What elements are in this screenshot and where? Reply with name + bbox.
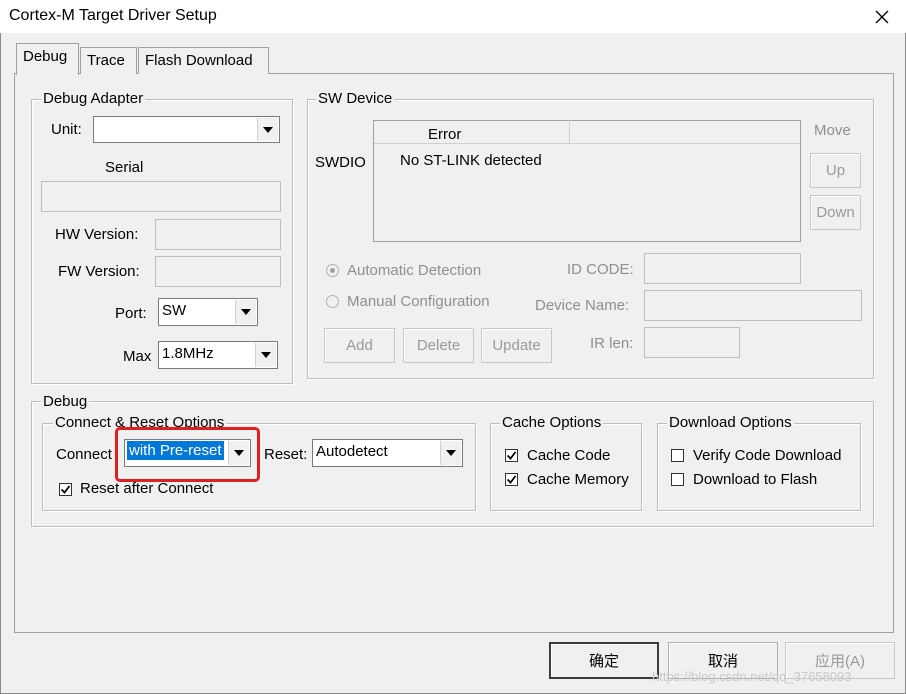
- serial-field: [41, 181, 281, 212]
- debug-adapter-legend: Debug Adapter: [41, 90, 146, 107]
- verify-code-download-label: Verify Code Download: [693, 447, 842, 464]
- port-label: Port:: [115, 305, 147, 322]
- chevron-down-icon: [235, 300, 256, 324]
- download-options-legend: Download Options: [667, 414, 794, 431]
- cache-options-legend: Cache Options: [500, 414, 604, 431]
- cache-code-label: Cache Code: [527, 447, 611, 464]
- device-name-field: [644, 290, 862, 321]
- max-clock-value: 1.8MHz: [162, 345, 214, 362]
- tab-flash-download[interactable]: Flash Download: [138, 47, 269, 74]
- reset-after-connect-checkbox[interactable]: [59, 483, 72, 496]
- watermark-text: https://blog.csdn.net/qq_37658093: [652, 669, 852, 684]
- manual-configuration-radio[interactable]: [326, 295, 339, 308]
- cache-options-group: [490, 423, 642, 511]
- device-name-label: Device Name:: [535, 297, 630, 314]
- hw-version-field: [155, 219, 281, 250]
- window-title: Cortex-M Target Driver Setup: [9, 7, 217, 24]
- cache-memory-checkbox[interactable]: [505, 473, 518, 486]
- id-code-field: [644, 253, 801, 284]
- max-clock-select[interactable]: 1.8MHz: [158, 341, 278, 369]
- update-button[interactable]: Update: [481, 328, 552, 363]
- port-select[interactable]: SW: [158, 298, 258, 326]
- check-icon: [506, 451, 517, 460]
- check-icon: [60, 485, 71, 494]
- reset-value: Autodetect: [316, 443, 388, 460]
- cache-memory-label: Cache Memory: [527, 471, 629, 488]
- close-button[interactable]: [862, 2, 902, 32]
- serial-label: Serial: [105, 159, 144, 176]
- cache-code-checkbox[interactable]: [505, 449, 518, 462]
- port-value: SW: [162, 302, 187, 319]
- unit-select[interactable]: [93, 116, 280, 143]
- reset-label: Reset:: [264, 446, 308, 463]
- close-icon: [875, 10, 889, 24]
- ok-button[interactable]: 确定: [549, 642, 659, 679]
- tab-debug[interactable]: Debug: [16, 43, 79, 75]
- move-down-button[interactable]: Down: [810, 195, 861, 230]
- download-to-flash-label: Download to Flash: [693, 471, 818, 488]
- automatic-detection-radio[interactable]: [326, 264, 339, 277]
- fw-version-field: [155, 256, 281, 287]
- check-icon: [506, 475, 517, 484]
- verify-code-download-checkbox[interactable]: [671, 449, 684, 462]
- tab-trace[interactable]: Trace: [80, 47, 137, 74]
- column-header-error[interactable]: [373, 120, 570, 143]
- download-to-flash-checkbox[interactable]: [671, 473, 684, 486]
- device-row-text: No ST-LINK detected: [400, 152, 542, 169]
- move-label: Move: [814, 122, 851, 139]
- error-column-label: Error: [428, 126, 462, 143]
- manual-configuration-label: Manual Configuration: [347, 293, 490, 310]
- sw-device-legend: SW Device: [316, 90, 395, 107]
- chevron-down-icon: [440, 441, 461, 465]
- move-up-button[interactable]: Up: [810, 153, 861, 188]
- delete-button[interactable]: Delete: [403, 328, 474, 363]
- chevron-down-icon: [257, 118, 278, 141]
- swdio-label: SWDIO: [315, 154, 366, 171]
- reset-after-connect-label: Reset after Connect: [80, 480, 214, 497]
- add-button[interactable]: Add: [324, 328, 395, 363]
- annotation-highlight-box: [115, 427, 260, 482]
- chevron-down-icon: [255, 343, 276, 367]
- unit-label: Unit:: [51, 121, 82, 138]
- download-options-group: [657, 423, 861, 511]
- ir-len-field: [644, 327, 740, 358]
- reset-select[interactable]: Autodetect: [312, 439, 463, 467]
- debug-legend: Debug: [41, 393, 90, 410]
- max-clock-label: Max: [123, 348, 152, 365]
- fw-version-label: FW Version:: [58, 263, 140, 280]
- ir-len-label: IR len:: [590, 335, 634, 352]
- automatic-detection-label: Automatic Detection: [347, 262, 482, 279]
- id-code-label: ID CODE:: [567, 261, 634, 278]
- connect-label: Connect: [56, 446, 112, 463]
- hw-version-label: HW Version:: [55, 226, 139, 243]
